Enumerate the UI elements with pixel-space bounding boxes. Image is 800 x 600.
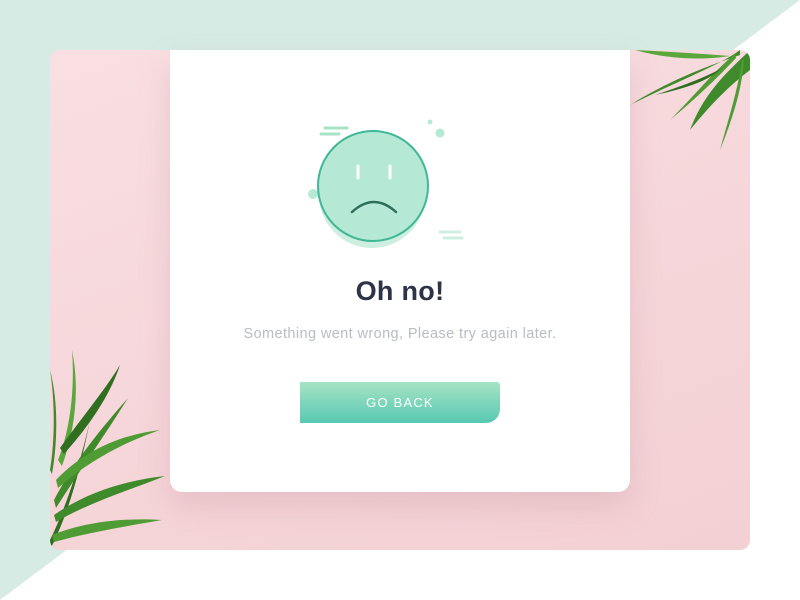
error-card: Oh no! Something went wrong, Please try … [170,50,630,492]
error-message: Something went wrong, Please try again l… [243,326,557,342]
palm-leaf-bottom-left [50,350,165,550]
go-back-button[interactable]: GO BACK [300,382,500,423]
palm-leaf-top-right [630,50,750,150]
sad-face-icon [308,119,464,248]
error-title: Oh no! [355,276,445,306]
